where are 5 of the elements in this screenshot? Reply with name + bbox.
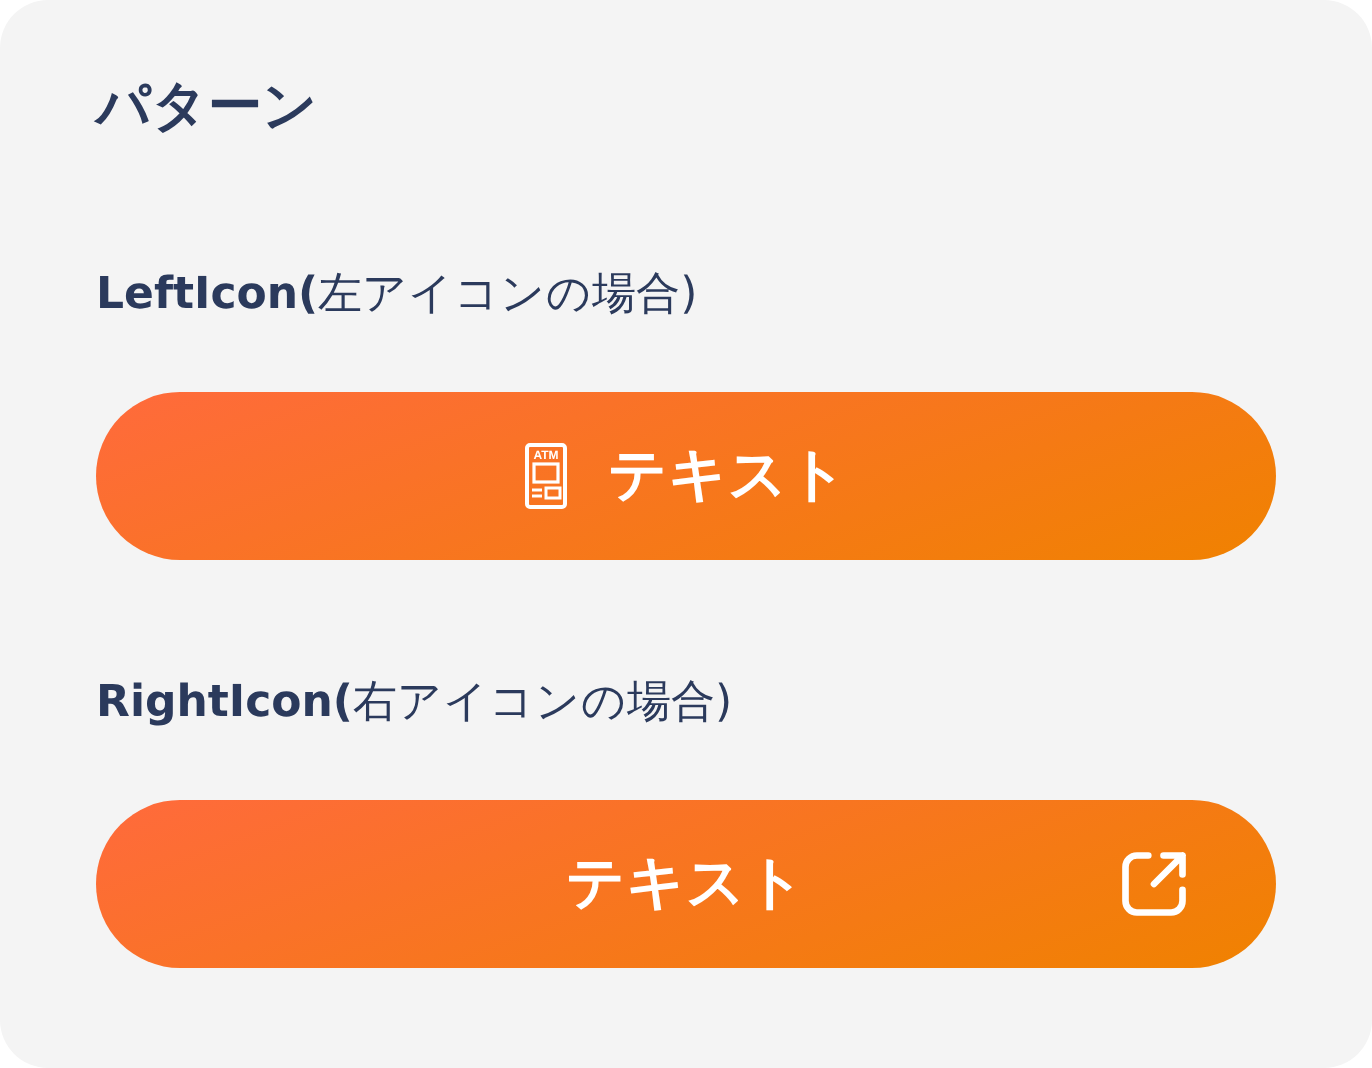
- external-link-icon: [1116, 846, 1192, 922]
- pattern-label: LeftIcon(左アイコンの場合): [96, 268, 700, 324]
- pattern-label: RightIcon(右アイコンの場合): [96, 676, 735, 732]
- section-title: パターン: [96, 74, 320, 142]
- text-button[interactable]: テキスト: [96, 800, 1276, 968]
